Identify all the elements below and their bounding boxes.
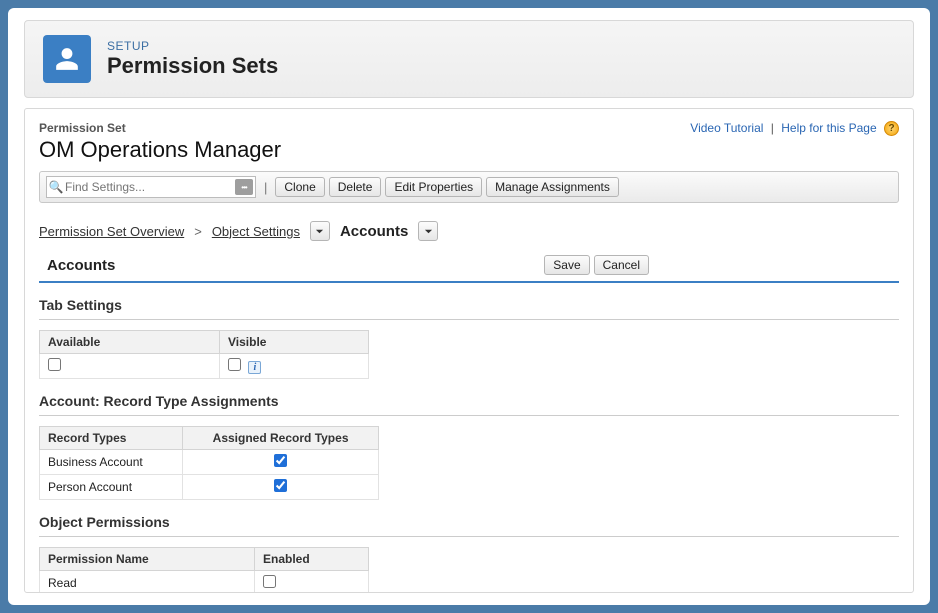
- save-button[interactable]: Save: [544, 255, 589, 275]
- link-separator: |: [771, 121, 774, 135]
- scroll-area[interactable]: Video Tutorial | Help for this Page ? Pe…: [25, 109, 913, 592]
- banner-text: SETUP Permission Sets: [107, 39, 278, 79]
- breadcrumb: Permission Set Overview > Object Setting…: [39, 221, 899, 241]
- search-icon: 🔍: [47, 180, 65, 194]
- object-permissions-table: Permission Name Enabled Read: [39, 547, 369, 592]
- record-type-heading: Account: Record Type Assignments: [39, 393, 899, 409]
- permission-name: Read: [40, 571, 255, 592]
- object-permissions-heading: Object Permissions: [39, 514, 899, 530]
- search-input[interactable]: [65, 177, 235, 197]
- assigned-checkbox[interactable]: [274, 479, 287, 492]
- delete-button[interactable]: Delete: [329, 177, 382, 197]
- content-panel: Video Tutorial | Help for this Page ? Pe…: [24, 108, 914, 593]
- divider: [39, 415, 899, 416]
- table-row: i: [40, 354, 369, 379]
- tab-settings-heading: Tab Settings: [39, 297, 899, 313]
- cancel-button[interactable]: Cancel: [594, 255, 649, 275]
- accounts-dropdown[interactable]: [418, 221, 438, 241]
- breadcrumb-overview[interactable]: Permission Set Overview: [39, 224, 184, 239]
- divider: [39, 536, 899, 537]
- record-type-name: Business Account: [40, 450, 183, 475]
- find-settings-search[interactable]: 🔍 •••: [46, 176, 256, 198]
- setup-banner: SETUP Permission Sets: [24, 20, 914, 98]
- enabled-checkbox[interactable]: [263, 575, 276, 588]
- assigned-checkbox[interactable]: [274, 454, 287, 467]
- object-settings-dropdown[interactable]: [310, 221, 330, 241]
- col-available: Available: [40, 331, 220, 354]
- visible-checkbox[interactable]: [228, 358, 241, 371]
- record-types-table: Record Types Assigned Record Types Busin…: [39, 426, 379, 500]
- setup-page: SETUP Permission Sets Video Tutorial | H…: [8, 8, 930, 605]
- divider: [39, 319, 899, 320]
- table-row: Person Account: [40, 475, 379, 500]
- setup-label: SETUP: [107, 39, 278, 53]
- help-page-link[interactable]: Help for this Page: [781, 121, 876, 135]
- manage-assignments-button[interactable]: Manage Assignments: [486, 177, 619, 197]
- tab-settings-table: Available Visible i: [39, 330, 369, 379]
- table-row: Read: [40, 571, 369, 592]
- info-icon[interactable]: i: [248, 361, 261, 374]
- breadcrumb-current: Accounts: [340, 223, 408, 240]
- col-enabled: Enabled: [255, 548, 369, 571]
- chevron-right-icon: >: [194, 224, 202, 239]
- table-header-row: Record Types Assigned Record Types: [40, 427, 379, 450]
- toolbar-separator: |: [264, 180, 267, 195]
- permission-sets-icon: [43, 35, 91, 83]
- video-tutorial-link[interactable]: Video Tutorial: [690, 121, 763, 135]
- toolbar: 🔍 ••• | Clone Delete Edit Properties Man…: [39, 171, 899, 203]
- col-assigned: Assigned Record Types: [183, 427, 379, 450]
- edit-actions: Save Cancel: [544, 255, 649, 275]
- col-permission-name: Permission Name: [40, 548, 255, 571]
- edit-properties-button[interactable]: Edit Properties: [385, 177, 482, 197]
- table-row: Business Account: [40, 450, 379, 475]
- object-name: Accounts: [39, 257, 115, 274]
- help-links: Video Tutorial | Help for this Page ?: [690, 121, 899, 136]
- permission-set-name: OM Operations Manager: [39, 137, 899, 163]
- keyboard-shortcut-icon: •••: [235, 179, 253, 195]
- header-row: Video Tutorial | Help for this Page ? Pe…: [39, 121, 899, 163]
- breadcrumb-object-settings[interactable]: Object Settings: [212, 224, 300, 239]
- table-header-row: Available Visible: [40, 331, 369, 354]
- help-icon[interactable]: ?: [884, 121, 899, 136]
- available-checkbox[interactable]: [48, 358, 61, 371]
- page-title: Permission Sets: [107, 53, 278, 79]
- col-visible: Visible: [220, 331, 369, 354]
- table-header-row: Permission Name Enabled: [40, 548, 369, 571]
- col-record-types: Record Types: [40, 427, 183, 450]
- record-type-name: Person Account: [40, 475, 183, 500]
- clone-button[interactable]: Clone: [275, 177, 324, 197]
- object-section-bar: Accounts Save Cancel: [39, 255, 899, 283]
